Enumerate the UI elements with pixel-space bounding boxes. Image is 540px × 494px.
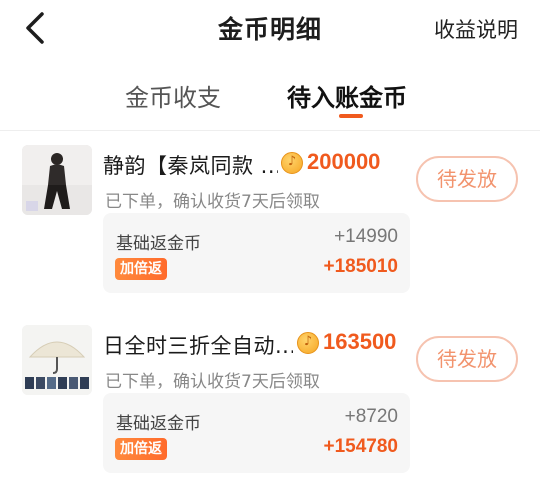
- list-item[interactable]: 静韵【秦岚同款 ... 200000 待发放 已下单，确认收货7天后领取 基础返…: [0, 140, 540, 300]
- status-button[interactable]: 待发放: [416, 156, 518, 202]
- double-reward-badge: 加倍返: [115, 258, 167, 280]
- coin-icon: [297, 332, 319, 354]
- tab-bar: 金币收支 待入账金币: [0, 70, 540, 124]
- top-bar: 金币明细 收益说明: [0, 0, 540, 58]
- coin-amount: 200000: [307, 149, 381, 174]
- tab-pending-coins[interactable]: 待入账金币: [287, 78, 407, 113]
- tab-coin-records[interactable]: 金币收支: [125, 78, 221, 113]
- base-reward-value: +14990: [334, 226, 398, 247]
- status-button[interactable]: 待发放: [416, 336, 518, 382]
- product-thumbnail[interactable]: [22, 145, 92, 215]
- coin-icon: [281, 152, 303, 174]
- bonus-reward-value: +154780: [323, 436, 399, 457]
- product-name[interactable]: 日全时三折全自动...: [103, 330, 293, 360]
- product-name[interactable]: 静韵【秦岚同款 ...: [103, 150, 278, 180]
- product-thumbnail[interactable]: [22, 325, 92, 395]
- base-reward-label: 基础返金币: [116, 234, 201, 254]
- reward-breakdown: 基础返金币 +14990 加倍返 +185010: [103, 213, 410, 293]
- order-status-text: 已下单，确认收货7天后领取: [105, 372, 320, 392]
- reward-breakdown: 基础返金币 +8720 加倍返 +154780: [103, 393, 410, 473]
- double-reward-badge: 加倍返: [115, 438, 167, 460]
- base-reward-value: +8720: [344, 406, 398, 427]
- bonus-reward-value: +185010: [323, 256, 399, 277]
- base-reward-label: 基础返金币: [116, 414, 201, 434]
- active-tab-indicator: [339, 114, 363, 118]
- help-link[interactable]: 收益说明: [434, 14, 518, 44]
- order-status-text: 已下单，确认收货7天后领取: [105, 192, 320, 212]
- divider: [0, 130, 540, 131]
- coin-amount: 163500: [323, 329, 397, 354]
- list-item[interactable]: 日全时三折全自动... 163500 待发放 已下单，确认收货7天后领取 基础返…: [0, 320, 540, 480]
